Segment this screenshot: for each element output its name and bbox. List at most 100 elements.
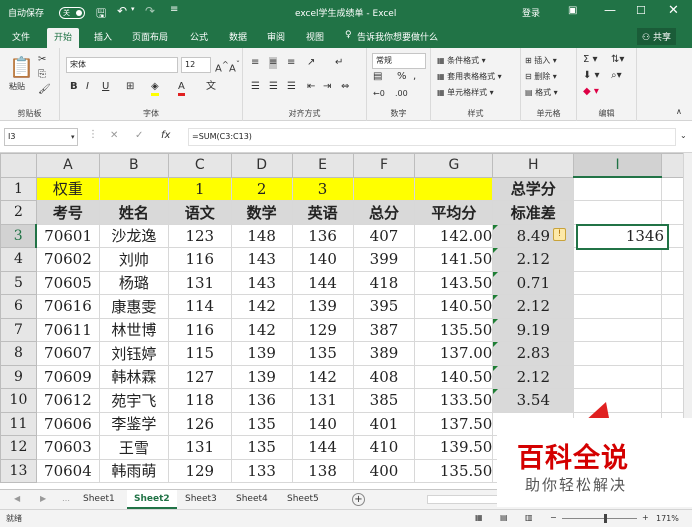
currency-icon[interactable]: ▤ [373, 71, 382, 83]
cell-f13[interactable]: 400 [352, 458, 416, 483]
cell-a3[interactable]: 70601 [35, 223, 100, 248]
cell-i5[interactable] [573, 270, 662, 295]
cell-c8[interactable]: 115 [167, 341, 232, 366]
cell-styles-button[interactable]: ▦ 单元格样式 ▾ [437, 87, 494, 99]
next-sheet-icon[interactable]: ▶ [40, 493, 46, 505]
increase-font-icon[interactable]: A^ [215, 58, 229, 75]
cell-c10[interactable]: 118 [167, 388, 232, 413]
italic-button[interactable]: I [86, 81, 89, 93]
cell-e10[interactable]: 131 [291, 388, 354, 413]
fill-icon[interactable]: ⬇ ▾ [583, 70, 600, 82]
cell-b1[interactable] [98, 176, 169, 201]
cell-h7[interactable]: 9.19 [492, 317, 575, 342]
cell-c3[interactable]: 123 [167, 223, 232, 248]
cell-c13[interactable]: 129 [167, 458, 232, 483]
cell-b2[interactable]: 姓名 [98, 200, 169, 225]
cell-b4[interactable]: 刘帅 [98, 247, 169, 272]
paste-icon[interactable]: 📋 [9, 56, 34, 78]
cell-b12[interactable]: 王雪 [98, 435, 169, 460]
cell-c5[interactable]: 131 [167, 270, 232, 295]
tab-data[interactable]: 数据 [229, 30, 247, 43]
cell-g13[interactable]: 135.50 [414, 458, 494, 483]
merge-center-icon[interactable]: ⇔ [341, 81, 349, 93]
row-header-2[interactable]: 2 [0, 200, 37, 225]
cell-i4[interactable] [573, 247, 662, 272]
align-left-icon[interactable]: ☰ [251, 81, 260, 93]
row-header-4[interactable]: 4 [0, 247, 37, 272]
formula-input[interactable]: =SUM(C3:C13) [188, 128, 676, 146]
tab-review[interactable]: 审阅 [267, 30, 285, 43]
row-header-10[interactable]: 10 [0, 388, 37, 413]
cell-d10[interactable]: 136 [230, 388, 293, 413]
cell-g5[interactable]: 143.50 [414, 270, 494, 295]
decrease-decimal-icon[interactable]: .00 [395, 88, 408, 100]
underline-button[interactable]: U [102, 81, 109, 93]
cancel-icon[interactable]: ✕ [110, 130, 118, 142]
cell-d8[interactable]: 139 [230, 341, 293, 366]
tab-home[interactable]: 开始 [47, 28, 80, 48]
row-header-13[interactable]: 13 [0, 458, 37, 483]
cell-h9[interactable]: 2.12 [492, 364, 575, 389]
cell-e3[interactable]: 136 [291, 223, 354, 248]
row-header-8[interactable]: 8 [0, 341, 37, 366]
cell-a7[interactable]: 70611 [35, 317, 100, 342]
row-header-3[interactable]: 3 [0, 223, 38, 248]
decrease-font-icon[interactable]: Aˇ [229, 58, 240, 75]
cell-c4[interactable]: 116 [167, 247, 232, 272]
cell-c7[interactable]: 116 [167, 317, 232, 342]
bold-button[interactable]: B [70, 81, 78, 93]
cell-e5[interactable]: 144 [291, 270, 354, 295]
zoom-in-icon[interactable]: + [642, 512, 649, 524]
cell-g8[interactable]: 137.00 [414, 341, 494, 366]
column-header-g[interactable]: G [414, 153, 494, 178]
cell-b13[interactable]: 韩雨萌 [98, 458, 169, 483]
cell-b3[interactable]: 沙龙逸 [98, 223, 169, 248]
cell-f5[interactable]: 418 [352, 270, 416, 295]
cell-a4[interactable]: 70602 [35, 247, 100, 272]
cell-d3[interactable]: 148 [230, 223, 293, 248]
cell-d2[interactable]: 数学 [230, 200, 293, 225]
sheet-tab-1[interactable]: Sheet1 [76, 490, 122, 509]
cell-f3[interactable]: 407 [352, 223, 416, 248]
cell-g4[interactable]: 141.50 [414, 247, 494, 272]
cell-e7[interactable]: 129 [291, 317, 354, 342]
error-warning-icon[interactable]: ! [553, 228, 566, 241]
tab-view[interactable]: 视图 [306, 30, 324, 43]
clear-icon[interactable]: ◆ ▾ [583, 86, 599, 98]
format-as-table-button[interactable]: ▦ 套用表格格式 ▾ [437, 71, 502, 83]
cell-d4[interactable]: 143 [230, 247, 293, 272]
cell-i8[interactable] [573, 341, 662, 366]
cell-a8[interactable]: 70607 [35, 341, 100, 366]
format-button[interactable]: ▤ 格式 ▾ [525, 87, 558, 99]
cell-g1[interactable] [414, 176, 494, 201]
cell-d1[interactable]: 2 [230, 176, 293, 201]
cell-d9[interactable]: 139 [230, 364, 293, 389]
undo-icon[interactable]: ↶ [117, 4, 127, 18]
percent-icon[interactable]: % [397, 71, 407, 83]
align-top-icon[interactable]: ≡ [251, 57, 259, 69]
customize-toolbar-icon[interactable]: ≡ [170, 4, 178, 15]
cell-b9[interactable]: 韩林霖 [98, 364, 169, 389]
cell-g2[interactable]: 平均分 [414, 200, 494, 225]
sheet-tab-5[interactable]: Sheet5 [280, 490, 326, 509]
cell-d12[interactable]: 135 [230, 435, 293, 460]
cell-h8[interactable]: 2.83 [492, 341, 575, 366]
cell-e1[interactable]: 3 [291, 176, 354, 201]
comma-icon[interactable]: , [413, 71, 416, 83]
tab-insert[interactable]: 插入 [94, 30, 112, 43]
cell-c2[interactable]: 语文 [167, 200, 232, 225]
cell-f12[interactable]: 410 [352, 435, 416, 460]
cell-h1[interactable]: 总学分 [492, 176, 575, 201]
cell-f4[interactable]: 399 [352, 247, 416, 272]
cell-e8[interactable]: 135 [291, 341, 354, 366]
cell-g9[interactable]: 140.50 [414, 364, 494, 389]
cell-e12[interactable]: 144 [291, 435, 354, 460]
maximize-icon[interactable]: ☐ [636, 4, 646, 17]
cell-b8[interactable]: 刘钰婷 [98, 341, 169, 366]
increase-decimal-icon[interactable]: ←0 [373, 88, 385, 100]
cell-a1[interactable]: 权重 [35, 176, 100, 201]
orientation-icon[interactable]: ↗ [307, 57, 315, 69]
insert-button[interactable]: ⊞ 插入 ▾ [525, 55, 557, 67]
fill-color-icon[interactable]: ◈ [151, 81, 159, 96]
cell-g7[interactable]: 135.50 [414, 317, 494, 342]
